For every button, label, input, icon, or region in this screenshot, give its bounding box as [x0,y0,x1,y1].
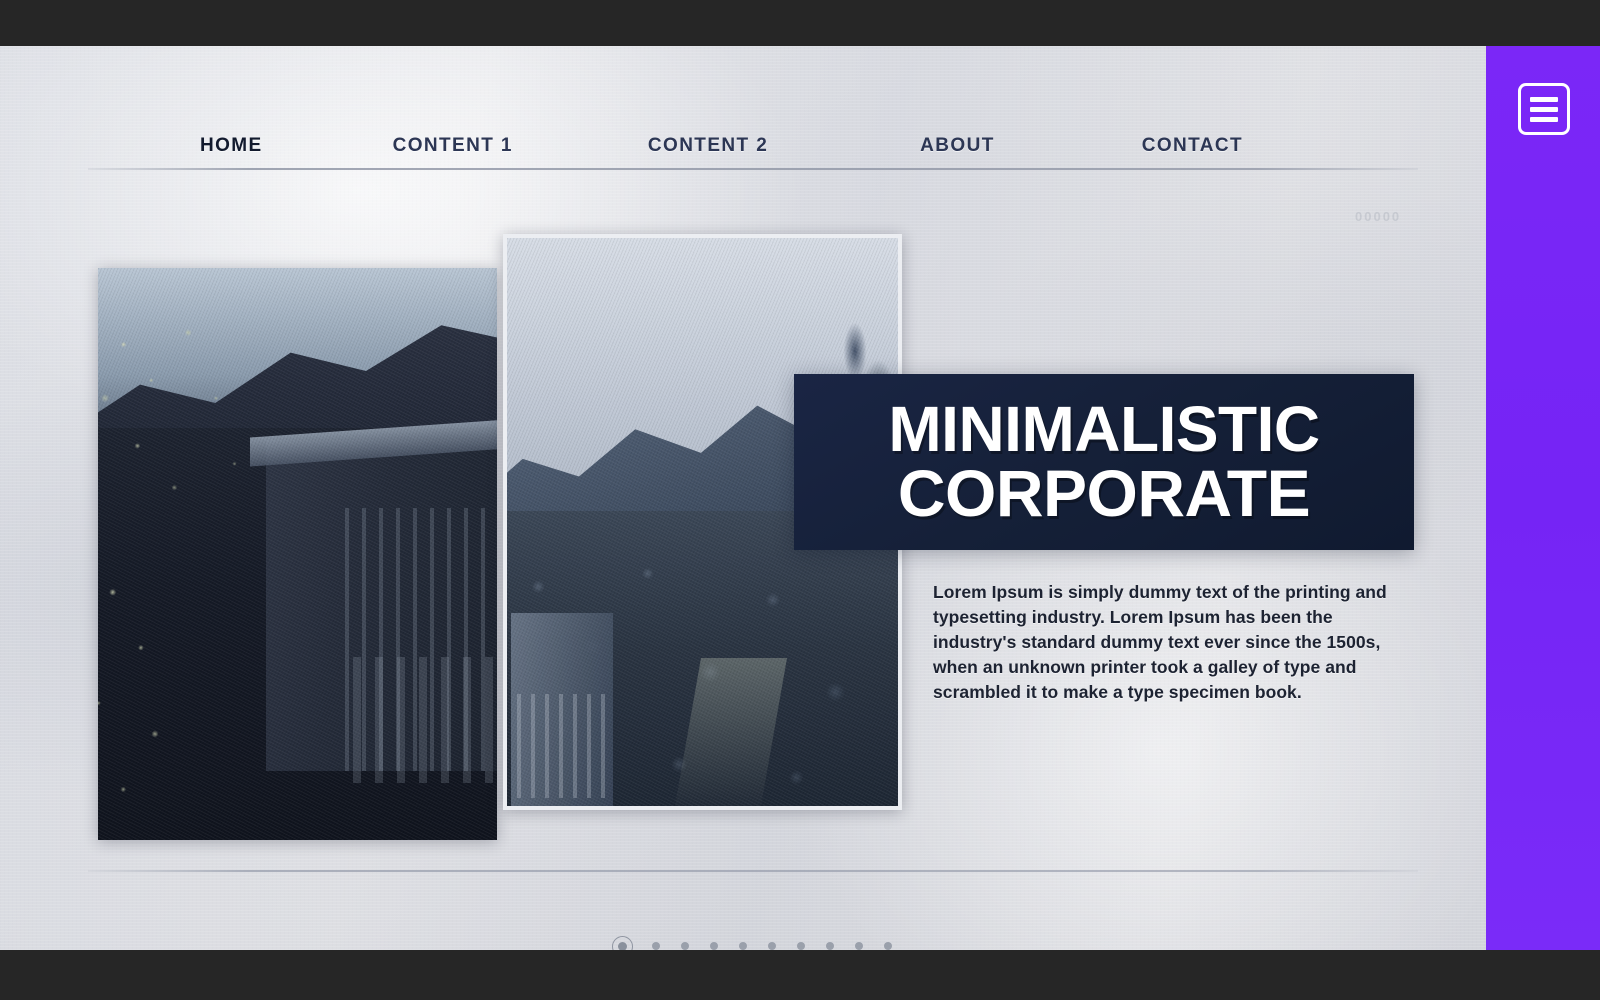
dot-icon [767,942,776,950]
dot-icon [680,942,689,950]
window-bottom-bar [0,950,1600,1000]
photo-left-leaves-lower [98,542,250,840]
pagination-dot-5[interactable] [728,932,757,950]
accent-sidebar [1486,46,1600,950]
hero-title-line-1: MINIMALISTIC [888,393,1320,466]
nav-item-content-2[interactable]: CONTENT 2 [648,135,768,157]
pagination-dot-1[interactable] [612,935,633,950]
hero-photo-left[interactable] [98,268,497,840]
nav-item-about[interactable]: ABOUT [920,135,995,157]
hamburger-icon-bar-2 [1530,106,1558,112]
footer-divider [88,870,1418,872]
pagination-dot-8[interactable] [815,932,844,950]
dot-icon [825,942,834,950]
dot-icon [618,941,627,950]
nav-item-content-1[interactable]: CONTENT 1 [393,135,513,157]
hero-title-line-2: CORPORATE [897,456,1311,531]
photo-left-leaves-upper [98,279,314,577]
dot-icon [709,942,718,950]
pagination-dot-2[interactable] [641,932,670,950]
photo-right-castle [510,612,613,806]
window-top-bar [0,0,1600,46]
slide-panel: 00000 HOME CONTENT 1 CONTENT 2 ABOUT CON… [0,46,1486,950]
hero-paragraph: Lorem Ipsum is simply dummy text of the … [933,582,1387,703]
dot-icon [796,942,805,950]
nav-divider [88,168,1418,170]
watermark-text: 00000 [1355,209,1402,224]
main-navigation: HOME CONTENT 1 CONTENT 2 ABOUT CONTACT [88,124,1418,168]
pagination-dot-9[interactable] [844,932,873,950]
pagination-dot-10[interactable] [873,932,902,950]
carousel-pagination [612,930,902,950]
pagination-dot-3[interactable] [670,932,699,950]
hamburger-icon-bar-1 [1530,96,1558,102]
pagination-dot-4[interactable] [699,932,728,950]
photo-left-arches [353,656,497,783]
pagination-dot-6[interactable] [757,932,786,950]
dot-icon [883,942,892,950]
slide-stage: 00000 HOME CONTENT 1 CONTENT 2 ABOUT CON… [0,46,1600,950]
hamburger-menu-button[interactable] [1518,83,1570,135]
dot-icon [651,942,660,950]
pagination-dot-7[interactable] [786,932,815,950]
nav-item-contact[interactable]: CONTACT [1142,135,1243,157]
nav-item-home[interactable]: HOME [200,135,263,157]
dot-icon [854,942,863,950]
hamburger-icon-bar-3 [1530,116,1558,122]
hero-title-block: MINIMALISTIC CORPORATE [794,374,1414,550]
dot-icon [738,942,747,950]
